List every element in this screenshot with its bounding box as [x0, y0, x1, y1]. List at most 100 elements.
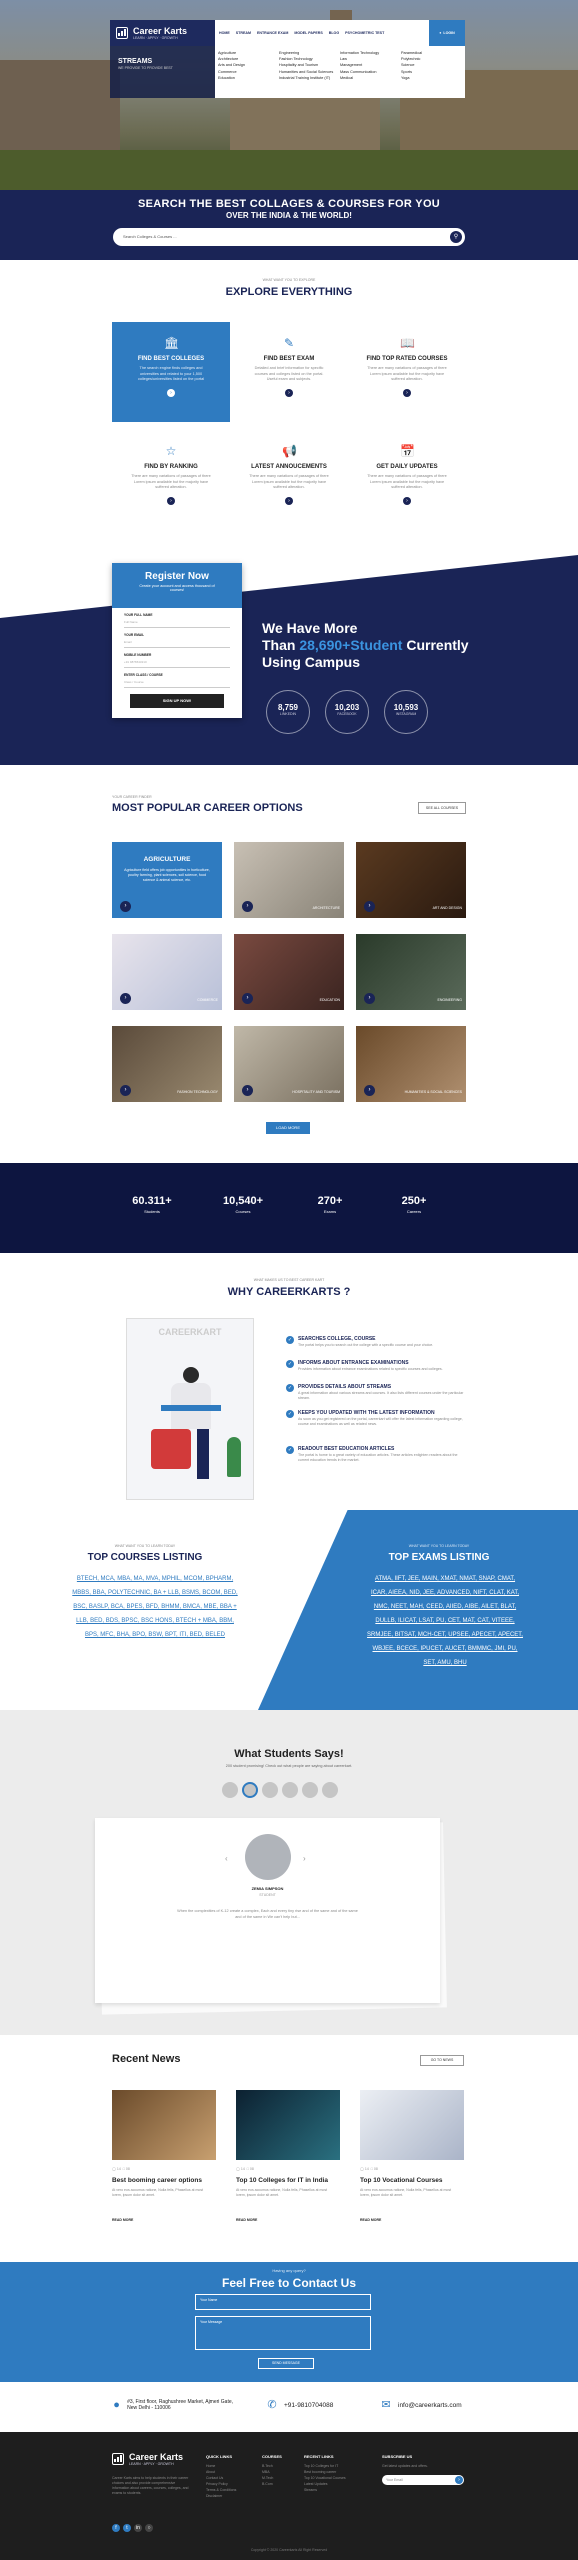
student-thumbnail[interactable] [322, 1782, 338, 1798]
arrow-right-icon[interactable]: › [285, 496, 293, 505]
mobile-field[interactable]: MOBILE NUMBER +91 9876543210 [124, 653, 230, 668]
stream-link[interactable]: Industrial Training Institute (IT) [279, 75, 340, 81]
courses-line[interactable]: BPS, MFC, BHA, BPO, BSW, BPT, ITI, BED, … [20, 1628, 290, 1642]
arrow-right-icon[interactable]: › [167, 388, 175, 397]
arrow-right-icon[interactable]: › [403, 496, 411, 505]
news-item-title[interactable]: Best booming career options [112, 2177, 202, 2184]
career-tile-hospitality[interactable]: HOSPITALITY AND TOURISM › [234, 1026, 344, 1102]
courses-list[interactable]: BTECH, MCA, MBA, MA, MVA, MPHIL, MCOM, B… [20, 1572, 290, 1642]
arrow-right-icon[interactable]: › [403, 388, 411, 397]
career-tile-art-design[interactable]: ART AND DESIGN › [356, 842, 466, 918]
exams-line[interactable]: WBJEE, BCECE, IPUCET, AUCET, BMMMC, JMI,… [330, 1642, 560, 1656]
arrow-right-icon[interactable]: › [242, 901, 253, 912]
stream-link[interactable]: Education [218, 75, 279, 81]
login-icon: ● [439, 31, 442, 35]
student-thumbnail[interactable] [302, 1782, 318, 1798]
read-more-link[interactable]: READ MORE [360, 2218, 381, 2222]
explore-card-announcements[interactable]: 📢 LATEST ANNOUCEMENTS There are many var… [230, 430, 348, 530]
contact-message-input[interactable]: Your Message [195, 2316, 371, 2350]
footer-link[interactable]: Streams [304, 2487, 346, 2493]
explore-card-colleges[interactable]: 🏛 FIND BEST COLLEGES The search engine f… [112, 322, 230, 422]
site-logo[interactable]: Career Karts LEARN · APPLY · GROWTH [110, 20, 215, 46]
email-field[interactable]: YOUR EMAIL Email [124, 633, 230, 648]
arrow-right-icon[interactable]: › [120, 901, 131, 912]
arrow-right-icon[interactable]: › [120, 1085, 131, 1096]
subscribe-input[interactable]: Your Email › [382, 2475, 464, 2485]
read-more-link[interactable]: READ MORE [112, 2218, 133, 2222]
footer-link[interactable]: Disclaimer [206, 2493, 236, 2499]
chevron-left-icon[interactable]: ‹ [225, 1854, 228, 1863]
exams-line[interactable]: ICAR, AIEEA, NID, JEE, ADVANCED, NIFT, C… [330, 1586, 560, 1600]
course-field[interactable]: ENTER CLASS / COURSE Class / Course [124, 673, 230, 688]
sign-up-button[interactable]: SIGN UP NOW! [130, 694, 224, 708]
arrow-right-icon[interactable]: › [364, 901, 375, 912]
stream-link[interactable]: Yoga [401, 75, 462, 81]
news-image[interactable] [360, 2090, 464, 2160]
arrow-right-icon[interactable]: › [120, 993, 131, 1004]
exams-line[interactable]: SRMJEE, BITSAT, MCH-CET, UPSEE, APECET, … [330, 1628, 560, 1642]
student-thumbnail[interactable] [282, 1782, 298, 1798]
search-icon[interactable]: ⚲ [450, 231, 462, 243]
courses-line[interactable]: LLB, BED, BDS, BPSC, BSC HONS, BTECH + M… [20, 1614, 290, 1628]
arrow-right-icon[interactable]: › [364, 1085, 375, 1096]
twitter-icon[interactable]: t [123, 2524, 131, 2532]
arrow-right-icon[interactable]: › [285, 388, 293, 397]
address-phone[interactable]: ✆ +91-9810704088 [266, 2399, 333, 2411]
send-message-button[interactable]: SEND MESSAGE [258, 2358, 314, 2369]
footer-link[interactable]: B.Com [262, 2481, 282, 2487]
full-name-field[interactable]: YOUR FULL NAME Full Name [124, 613, 230, 628]
explore-card-updates[interactable]: 📅 GET DAILY UPDATES There are many varia… [348, 430, 466, 530]
arrow-right-icon[interactable]: › [167, 496, 175, 505]
student-thumbnail[interactable] [222, 1782, 238, 1798]
facebook-icon[interactable]: f [112, 2524, 120, 2532]
exams-line[interactable]: NMC, NEET, MAH, CEED, AIIED, AIBE, AILET… [330, 1600, 560, 1614]
footer-logo[interactable]: Career Karts LEARN · APPLY · GROWTH [112, 2452, 183, 2466]
nav-stream[interactable]: STREAM [236, 31, 251, 35]
courses-line[interactable]: BSC, BASLP, BCA, BPES, BFD, BHMM, BMCA, … [20, 1600, 290, 1614]
explore-card-ranking[interactable]: ☆ FIND BY RANKING There are many variati… [112, 430, 230, 530]
search-input[interactable]: Search Colleges & Courses ... ⚲ [113, 228, 465, 246]
career-tile-humanities[interactable]: HUMANITIES & SOCIAL SCIENCES › [356, 1026, 466, 1102]
linkedin-icon[interactable]: in [134, 2524, 142, 2532]
explore-card-courses[interactable]: 📖 FIND TOP RATED COURSES There are many … [348, 322, 466, 422]
chevron-right-icon[interactable]: › [303, 1854, 306, 1863]
career-tile-education[interactable]: EDUCATION › [234, 934, 344, 1010]
news-item-title[interactable]: Top 10 Colleges for IT in India [236, 2177, 328, 2184]
send-icon[interactable]: › [455, 2476, 463, 2484]
news-image[interactable] [236, 2090, 340, 2160]
see-all-courses-button[interactable]: SEE ALL COURSES [418, 802, 466, 814]
load-more-button[interactable]: LOAD MORE [266, 1122, 310, 1134]
exams-line[interactable]: ATMA, IIFT, JEE, MAIN, XMAT, NMAT, SNAP,… [330, 1572, 560, 1586]
career-tile-commerce[interactable]: COMMERCE › [112, 934, 222, 1010]
go-to-news-button[interactable]: GO TO NEWS [420, 2055, 464, 2066]
nav-blog[interactable]: BLOG [329, 31, 339, 35]
stream-link[interactable]: Humanities and Social Sciences [279, 69, 340, 75]
contact-name-input[interactable]: Your Name [195, 2294, 371, 2310]
nav-entrance-exam[interactable]: ENTRANCE EXAM [257, 31, 288, 35]
arrow-right-icon[interactable]: › [242, 993, 253, 1004]
nav-psychometric-test[interactable]: PSYCHOMETRIC TEST [345, 31, 384, 35]
read-more-link[interactable]: READ MORE [236, 2218, 257, 2222]
exams-line[interactable]: SET, AMU, BHU [330, 1656, 560, 1670]
address-email[interactable]: ✉ info@careerkarts.com [380, 2399, 461, 2411]
instagram-icon[interactable]: ○ [145, 2524, 153, 2532]
exams-list[interactable]: ATMA, IIFT, JEE, MAIN, XMAT, NMAT, SNAP,… [330, 1572, 560, 1670]
courses-line[interactable]: BTECH, MCA, MBA, MA, MVA, MPHIL, MCOM, B… [20, 1572, 290, 1586]
explore-card-exam[interactable]: ✎ FIND BEST EXAM Detailed and brief info… [230, 322, 348, 422]
news-image[interactable] [112, 2090, 216, 2160]
courses-line[interactable]: MBBS, BBA, POLYTECHNIC, BA + LLB, BSMS, … [20, 1586, 290, 1600]
student-thumbnail[interactable] [262, 1782, 278, 1798]
arrow-right-icon[interactable]: › [364, 993, 375, 1004]
stream-link[interactable]: Medical [340, 75, 401, 81]
career-tile-fashion[interactable]: FASHION TECHNOLOGY › [112, 1026, 222, 1102]
arrow-right-icon[interactable]: › [242, 1085, 253, 1096]
nav-model-papers[interactable]: MODEL PAPERS [294, 31, 322, 35]
exams-line[interactable]: DULLB, ILICAT, LSAT, PU, CET, MAT, CAT, … [330, 1614, 560, 1628]
student-thumbnail-active[interactable] [242, 1782, 258, 1798]
career-tile-agriculture[interactable]: AGRICULTURE Agriculture field offers job… [112, 842, 222, 918]
news-item-title[interactable]: Top 10 Vocational Courses [360, 2177, 442, 2184]
career-tile-architecture[interactable]: ARCHITECTURE › [234, 842, 344, 918]
login-button[interactable]: ● LOGIN [429, 20, 465, 46]
nav-home[interactable]: HOME [219, 31, 230, 35]
career-tile-engineering[interactable]: ENGINEERING › [356, 934, 466, 1010]
